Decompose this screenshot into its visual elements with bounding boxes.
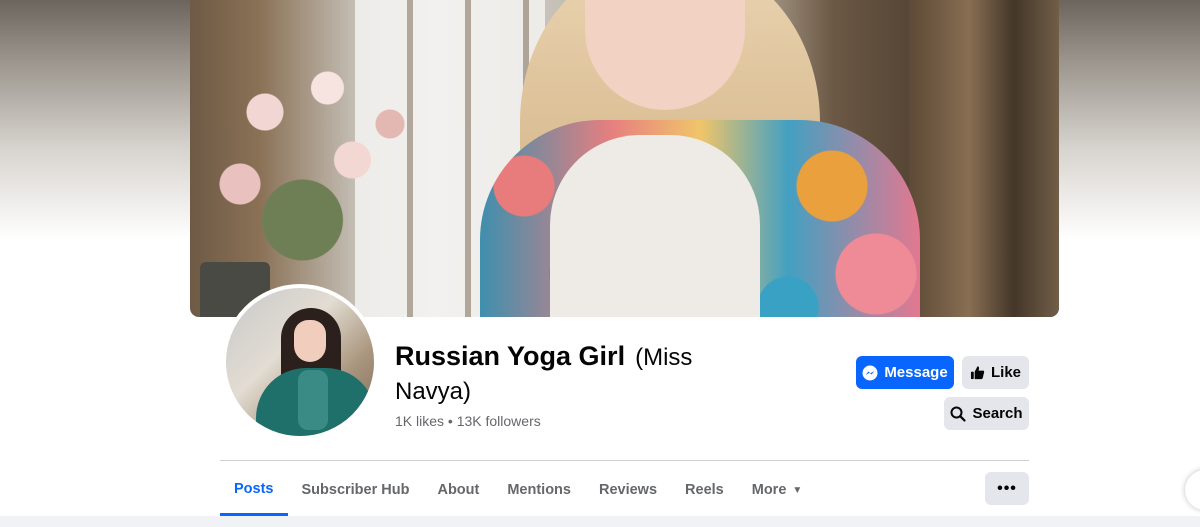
search-label: Search (972, 405, 1023, 422)
tab-reviews[interactable]: Reviews (585, 464, 671, 516)
profile-picture[interactable] (222, 284, 378, 440)
tab-label: About (437, 482, 480, 498)
tab-reels[interactable]: Reels (671, 464, 738, 516)
more-options-icon: ••• (997, 479, 1017, 497)
tab-label: More (751, 482, 787, 498)
messenger-icon (862, 365, 878, 380)
caret-down-icon: ▼ (792, 484, 803, 496)
cover-flowers (190, 40, 440, 280)
tab-subscriber-hub[interactable]: Subscriber Hub (288, 464, 424, 516)
page-name: Russian Yoga Girl (395, 341, 626, 371)
search-button[interactable]: Search (944, 397, 1029, 430)
message-label: Message (884, 364, 948, 381)
page-title: Russian Yoga Girl (Miss Navya) (395, 340, 735, 408)
tab-mentions[interactable]: Mentions (493, 464, 585, 516)
tab-posts[interactable]: Posts (220, 464, 288, 516)
avatar-face (294, 320, 326, 362)
like-label: Like (990, 364, 1021, 381)
profile-tabs: Posts Subscriber Hub About Mentions Revi… (220, 464, 816, 516)
search-icon (950, 406, 967, 422)
floating-button-edge[interactable] (1185, 470, 1200, 510)
tab-more[interactable]: More ▼ (738, 464, 817, 516)
cover-shirt (550, 135, 760, 317)
tab-label: Reels (685, 482, 724, 498)
tab-label: Mentions (507, 482, 571, 498)
tab-label: Subscriber Hub (301, 482, 410, 498)
more-options-button[interactable]: ••• (985, 472, 1029, 505)
page-stats[interactable]: 1K likes • 13K followers (395, 413, 541, 429)
page-background-band (0, 516, 1200, 527)
cover-curtain (909, 0, 1059, 317)
tab-label: Reviews (598, 482, 658, 498)
message-button[interactable]: Message (856, 356, 954, 389)
avatar-top (298, 370, 328, 430)
like-button[interactable]: Like (962, 356, 1029, 389)
tab-about[interactable]: About (423, 464, 493, 516)
thumbs-up-icon (970, 366, 985, 380)
tabs-divider (220, 460, 1029, 461)
cover-photo[interactable] (190, 0, 1059, 317)
tab-label: Posts (234, 480, 274, 497)
